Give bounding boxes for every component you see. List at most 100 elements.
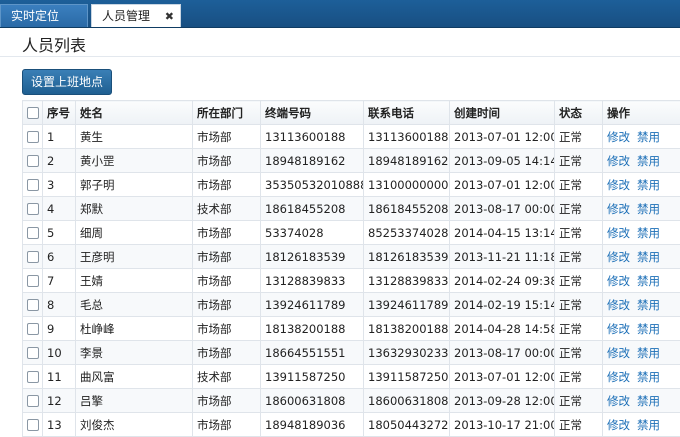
contact-phone: 85253374028 <box>364 221 450 245</box>
row-checkbox[interactable] <box>23 269 43 293</box>
disable-link[interactable]: 禁用 <box>637 418 660 432</box>
row-checkbox[interactable] <box>23 221 43 245</box>
disable-link[interactable]: 禁用 <box>637 178 660 192</box>
disable-link[interactable]: 禁用 <box>637 154 660 168</box>
edit-link[interactable]: 修改 <box>607 130 630 144</box>
row-checkbox[interactable] <box>23 245 43 269</box>
row-number: 1 <box>43 125 76 149</box>
row-actions: 修改禁用 <box>603 149 680 173</box>
edit-link[interactable]: 修改 <box>607 250 630 264</box>
person-name: 李景 <box>76 341 193 365</box>
column-header-name[interactable]: 姓名 <box>76 101 193 125</box>
row-number: 7 <box>43 269 76 293</box>
row-actions: 修改禁用 <box>603 365 680 389</box>
terminal-number: 18138200188 <box>261 317 364 341</box>
tab-realtime-location[interactable]: 实时定位 <box>0 4 88 27</box>
row-checkbox[interactable] <box>23 173 43 197</box>
tab-label: 实时定位 <box>11 9 59 23</box>
edit-link[interactable]: 修改 <box>607 394 630 408</box>
disable-link[interactable]: 禁用 <box>637 274 660 288</box>
created-time: 2014-02-24 09:38:17 <box>450 269 555 293</box>
row-checkbox[interactable] <box>23 125 43 149</box>
edit-link[interactable]: 修改 <box>607 202 630 216</box>
disable-link[interactable]: 禁用 <box>637 370 660 384</box>
row-actions: 修改禁用 <box>603 125 680 149</box>
personnel-table: 序号 姓名 所在部门 终端号码 联系电话 创建时间 状态 操作 1黄生市场部13… <box>22 100 680 437</box>
terminal-number: 13113600188 <box>261 125 364 149</box>
edit-link[interactable]: 修改 <box>607 322 630 336</box>
person-name: 王彦明 <box>76 245 193 269</box>
row-checkbox[interactable] <box>23 389 43 413</box>
column-header-dept[interactable]: 所在部门 <box>193 101 261 125</box>
disable-link[interactable]: 禁用 <box>637 226 660 240</box>
row-checkbox[interactable] <box>23 413 43 437</box>
department: 市场部 <box>193 125 261 149</box>
contact-phone: 13911587250 <box>364 365 450 389</box>
row-number: 13 <box>43 413 76 437</box>
row-number: 2 <box>43 149 76 173</box>
row-checkbox[interactable] <box>23 341 43 365</box>
disable-link[interactable]: 禁用 <box>637 298 660 312</box>
column-header-no[interactable]: 序号 <box>43 101 76 125</box>
person-name: 细周 <box>76 221 193 245</box>
department: 市场部 <box>193 293 261 317</box>
person-name: 郑默 <box>76 197 193 221</box>
contact-phone: 18050443272 <box>364 413 450 437</box>
close-icon[interactable]: ✖ <box>165 5 174 28</box>
table-row: 13刘俊杰市场部18948189036180504432722013-10-17… <box>23 413 680 437</box>
disable-link[interactable]: 禁用 <box>637 322 660 336</box>
contact-phone: 13113600188 <box>364 125 450 149</box>
terminal-number: 13128839833 <box>261 269 364 293</box>
row-number: 9 <box>43 317 76 341</box>
person-name: 曲风富 <box>76 365 193 389</box>
status: 正常 <box>555 293 603 317</box>
terminal-number: 18600631808 <box>261 389 364 413</box>
row-checkbox[interactable] <box>23 293 43 317</box>
edit-link[interactable]: 修改 <box>607 346 630 360</box>
person-name: 王婧 <box>76 269 193 293</box>
tab-personnel-management[interactable]: 人员管理 ✖ <box>91 4 181 27</box>
edit-link[interactable]: 修改 <box>607 154 630 168</box>
created-time: 2013-08-17 00:00:00 <box>450 197 555 221</box>
department: 市场部 <box>193 389 261 413</box>
column-header-created[interactable]: 创建时间 <box>450 101 555 125</box>
table-row: 4郑默技术部18618455208186184552082013-08-17 0… <box>23 197 680 221</box>
disable-link[interactable]: 禁用 <box>637 250 660 264</box>
table-row: 6王彦明市场部18126183539181261835392013-11-21 … <box>23 245 680 269</box>
created-time: 2013-07-01 12:00:00 <box>450 125 555 149</box>
edit-link[interactable]: 修改 <box>607 226 630 240</box>
status: 正常 <box>555 173 603 197</box>
tab-label: 人员管理 <box>102 9 150 23</box>
column-header-terminal[interactable]: 终端号码 <box>261 101 364 125</box>
department: 市场部 <box>193 413 261 437</box>
edit-link[interactable]: 修改 <box>607 298 630 312</box>
disable-link[interactable]: 禁用 <box>637 130 660 144</box>
row-checkbox[interactable] <box>23 149 43 173</box>
created-time: 2014-04-15 13:14:58 <box>450 221 555 245</box>
edit-link[interactable]: 修改 <box>607 418 630 432</box>
edit-link[interactable]: 修改 <box>607 274 630 288</box>
disable-link[interactable]: 禁用 <box>637 346 660 360</box>
set-work-location-button[interactable]: 设置上班地点 <box>22 69 112 95</box>
person-name: 黄生 <box>76 125 193 149</box>
column-header-status[interactable]: 状态 <box>555 101 603 125</box>
row-number: 11 <box>43 365 76 389</box>
person-name: 吕擎 <box>76 389 193 413</box>
disable-link[interactable]: 禁用 <box>637 394 660 408</box>
select-all-checkbox[interactable] <box>23 101 43 125</box>
contact-phone: 13100000000 <box>364 173 450 197</box>
row-checkbox[interactable] <box>23 365 43 389</box>
edit-link[interactable]: 修改 <box>607 178 630 192</box>
table-row: 8毛总市场部13924611789139246117892014-02-19 1… <box>23 293 680 317</box>
divider <box>0 56 680 57</box>
page-title: 人员列表 <box>22 32 86 56</box>
edit-link[interactable]: 修改 <box>607 370 630 384</box>
table-row: 2黄小罡市场部18948189162189481891622013-09-05 … <box>23 149 680 173</box>
status: 正常 <box>555 245 603 269</box>
column-header-phone[interactable]: 联系电话 <box>364 101 450 125</box>
row-checkbox[interactable] <box>23 317 43 341</box>
row-actions: 修改禁用 <box>603 341 680 365</box>
status: 正常 <box>555 365 603 389</box>
disable-link[interactable]: 禁用 <box>637 202 660 216</box>
row-checkbox[interactable] <box>23 197 43 221</box>
